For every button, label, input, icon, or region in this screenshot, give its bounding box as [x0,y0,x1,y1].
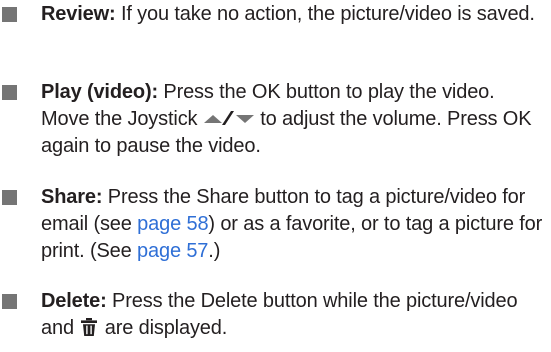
review-label: Review: [41,3,116,25]
bullet-square [2,7,17,22]
delete-body-b: are displayed. [99,317,228,339]
delete-text: Delete: Press the Delete button while th… [41,288,546,342]
bullet-square [2,190,17,205]
trash-icon [79,317,99,337]
bullet-square [2,85,17,100]
share-text: Share: Press the Share button to tag a p… [41,184,546,265]
play-video-label: Play (video): [41,81,158,103]
page-58-link[interactable]: page 58 [137,213,208,235]
play-video-text: Play (video): Press the OK button to pla… [41,79,546,160]
review-text: Review: If you take no action, the pictu… [41,1,546,28]
review-body: If you take no action, the picture/video… [115,3,535,25]
bullet-square [2,294,17,309]
delete-label: Delete: [41,290,107,312]
page-57-link[interactable]: page 57 [137,240,208,262]
share-label: Share: [41,186,103,208]
joystick-up-down-icon [203,110,255,126]
share-body-c: .) [208,240,221,262]
